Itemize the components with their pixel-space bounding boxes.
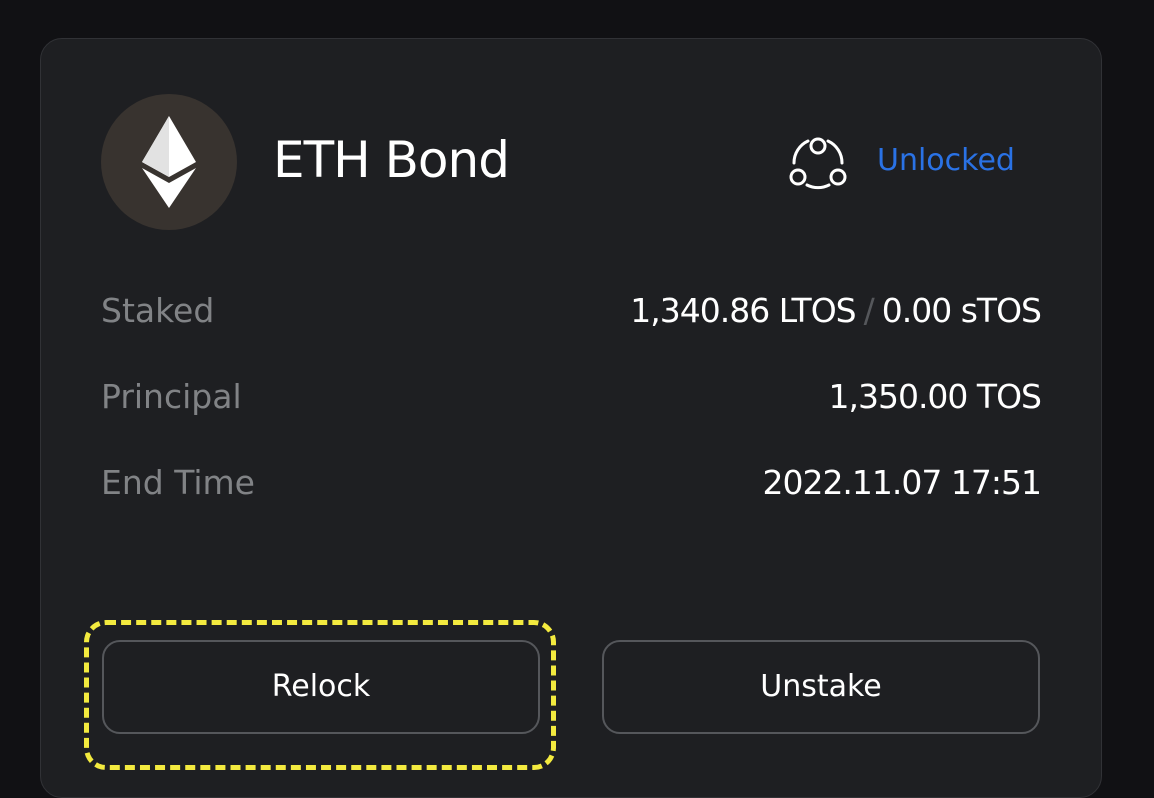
principal-label: Principal xyxy=(101,377,242,416)
staked-row: Staked 1,340.86 LTOS/0.00 sTOS xyxy=(101,289,1042,333)
staked-stos-value: 0.00 sTOS xyxy=(881,291,1042,330)
bond-title: ETH Bond xyxy=(273,131,510,189)
staked-label: Staked xyxy=(101,291,215,330)
relock-highlight-box xyxy=(84,620,556,770)
end-time-label: End Time xyxy=(101,463,255,502)
end-time-row: End Time 2022.11.07 17:51 xyxy=(101,461,1042,505)
eth-avatar xyxy=(101,94,237,230)
principal-value: 1,350.00 TOS xyxy=(828,377,1042,416)
end-time-value: 2022.11.07 17:51 xyxy=(762,463,1042,502)
network-icon xyxy=(789,137,847,190)
staked-value: 1,340.86 LTOS/0.00 sTOS xyxy=(630,289,1042,333)
ethereum-icon xyxy=(142,116,196,208)
principal-row: Principal 1,350.00 TOS xyxy=(101,375,1042,419)
staked-separator: / xyxy=(863,291,875,330)
status-badge: Unlocked xyxy=(877,143,1015,178)
staked-ltos-value: 1,340.86 LTOS xyxy=(630,291,856,330)
unstake-button[interactable]: Unstake xyxy=(602,640,1040,734)
